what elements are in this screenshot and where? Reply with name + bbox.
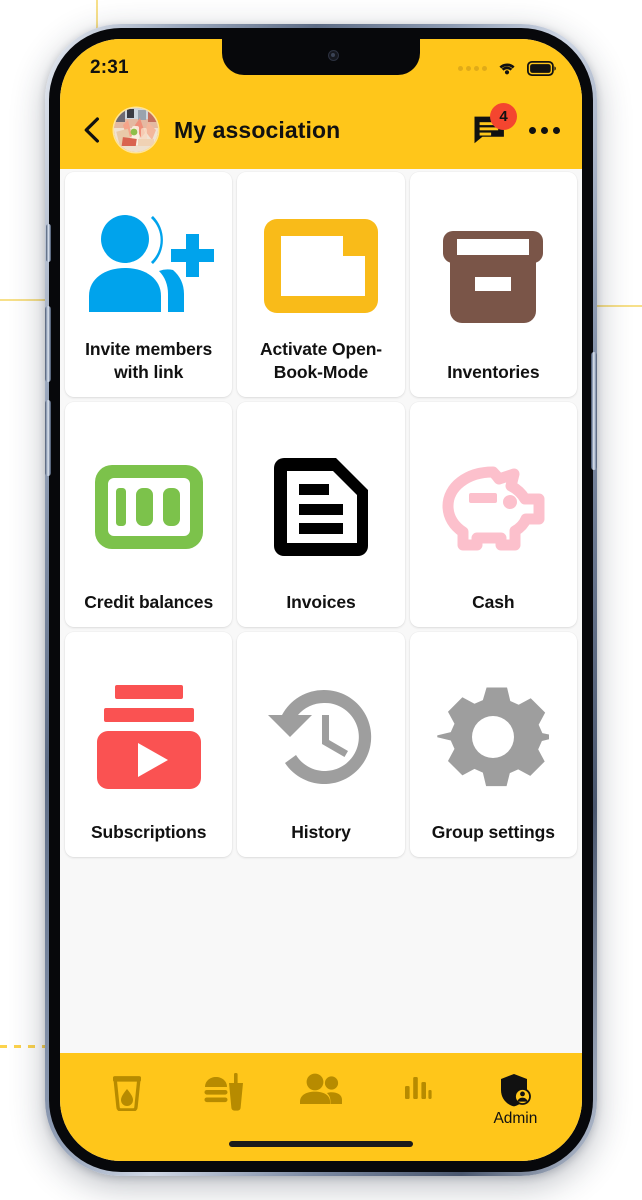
page-title: My association [174,116,341,143]
nav-item-members[interactable] [272,1069,369,1110]
status-indicators [458,59,556,77]
mute-switch-button[interactable] [46,224,51,262]
tile-icon-wrap [417,194,570,361]
messages-badge: 4 [490,103,517,130]
tile-icon-wrap [244,424,397,591]
app-bar: My association 4 [60,91,582,169]
phone-bezel: 2:31 My association 4 Invite members wit… [45,28,597,1172]
person-add-icon [88,215,214,313]
shield-user-icon [501,1074,532,1107]
archive-box-icon [443,231,544,324]
tile-label: Credit balances [84,591,214,612]
tile-label: Activate Open-Book-Mode [259,339,383,382]
gear-icon [437,687,550,787]
tile-label: Subscriptions [90,821,207,842]
tile-invite-members[interactable]: Invite members with link [65,172,233,397]
nav-item-admin[interactable]: Admin [467,1069,564,1128]
nav-item-statistics[interactable] [370,1069,467,1106]
tile-icon-wrap [244,654,397,821]
battery-full-icon [527,60,556,76]
bottom-navigation-bar: Admin [60,1053,582,1161]
tile-open-book-mode[interactable]: Activate Open-Book-Mode [237,172,405,397]
group-avatar-photo [114,108,158,152]
power-button[interactable] [591,352,597,470]
tile-inventories[interactable]: Inventories [409,172,577,397]
phone-screen: 2:31 My association 4 Invite members wit… [60,39,582,1161]
avatar[interactable] [114,108,158,152]
phone-notch [222,39,420,75]
tile-icon-wrap [417,654,570,821]
tile-icon-wrap [72,194,225,338]
nav-label: Admin [493,1110,538,1127]
tile-group-settings[interactable]: Group settings [409,632,577,857]
hundred-bill-icon [94,465,203,550]
tile-icon-wrap [72,424,225,591]
messages-button[interactable]: 4 [473,103,517,147]
phone-device-frame: 2:31 My association 4 Invite members wit… [45,24,597,1176]
app-bar-actions: 4 [473,103,560,147]
tile-label: Invite members with link [85,339,213,382]
piggy-bank-icon [442,466,545,551]
nav-item-drinks[interactable] [78,1069,175,1114]
tile-label: Cash [472,591,515,612]
subscriptions-icon [96,685,201,790]
tile-subscriptions[interactable]: Subscriptions [65,632,233,857]
main-content: Invite members with link Activate Open-B… [60,169,582,1053]
people-icon [300,1073,342,1104]
back-chevron-icon[interactable] [78,115,108,145]
tile-invoices[interactable]: Invoices [237,402,405,627]
history-clock-icon [267,690,372,785]
bar-chart-icon [405,1077,432,1099]
tile-cash[interactable]: Cash [409,402,577,627]
nav-item-food[interactable] [175,1069,272,1114]
fast-food-icon [204,1073,243,1111]
drink-cup-icon [112,1076,141,1111]
tile-label: Inventories [447,361,540,382]
folder-icon [263,219,378,314]
tile-icon-wrap [417,424,570,591]
signal-dots-icon [458,65,487,71]
action-tile-grid: Invite members with link Activate Open-B… [62,172,580,857]
front-camera-icon [327,49,339,61]
tile-credit-balances[interactable]: Credit balances [65,402,233,627]
volume-up-button[interactable] [45,306,51,382]
tile-label: Group settings [431,821,555,842]
wifi-icon [499,63,515,75]
tile-icon-wrap [72,654,225,821]
home-indicator[interactable] [229,1141,413,1147]
document-lines-icon [273,458,368,557]
status-time: 2:31 [90,57,129,78]
tile-history[interactable]: History [237,632,405,857]
more-horizontal-icon[interactable] [529,123,560,138]
volume-down-button[interactable] [45,400,51,476]
tile-label: History [291,821,351,842]
tile-label: Invoices [286,591,356,612]
tile-icon-wrap [244,194,397,338]
